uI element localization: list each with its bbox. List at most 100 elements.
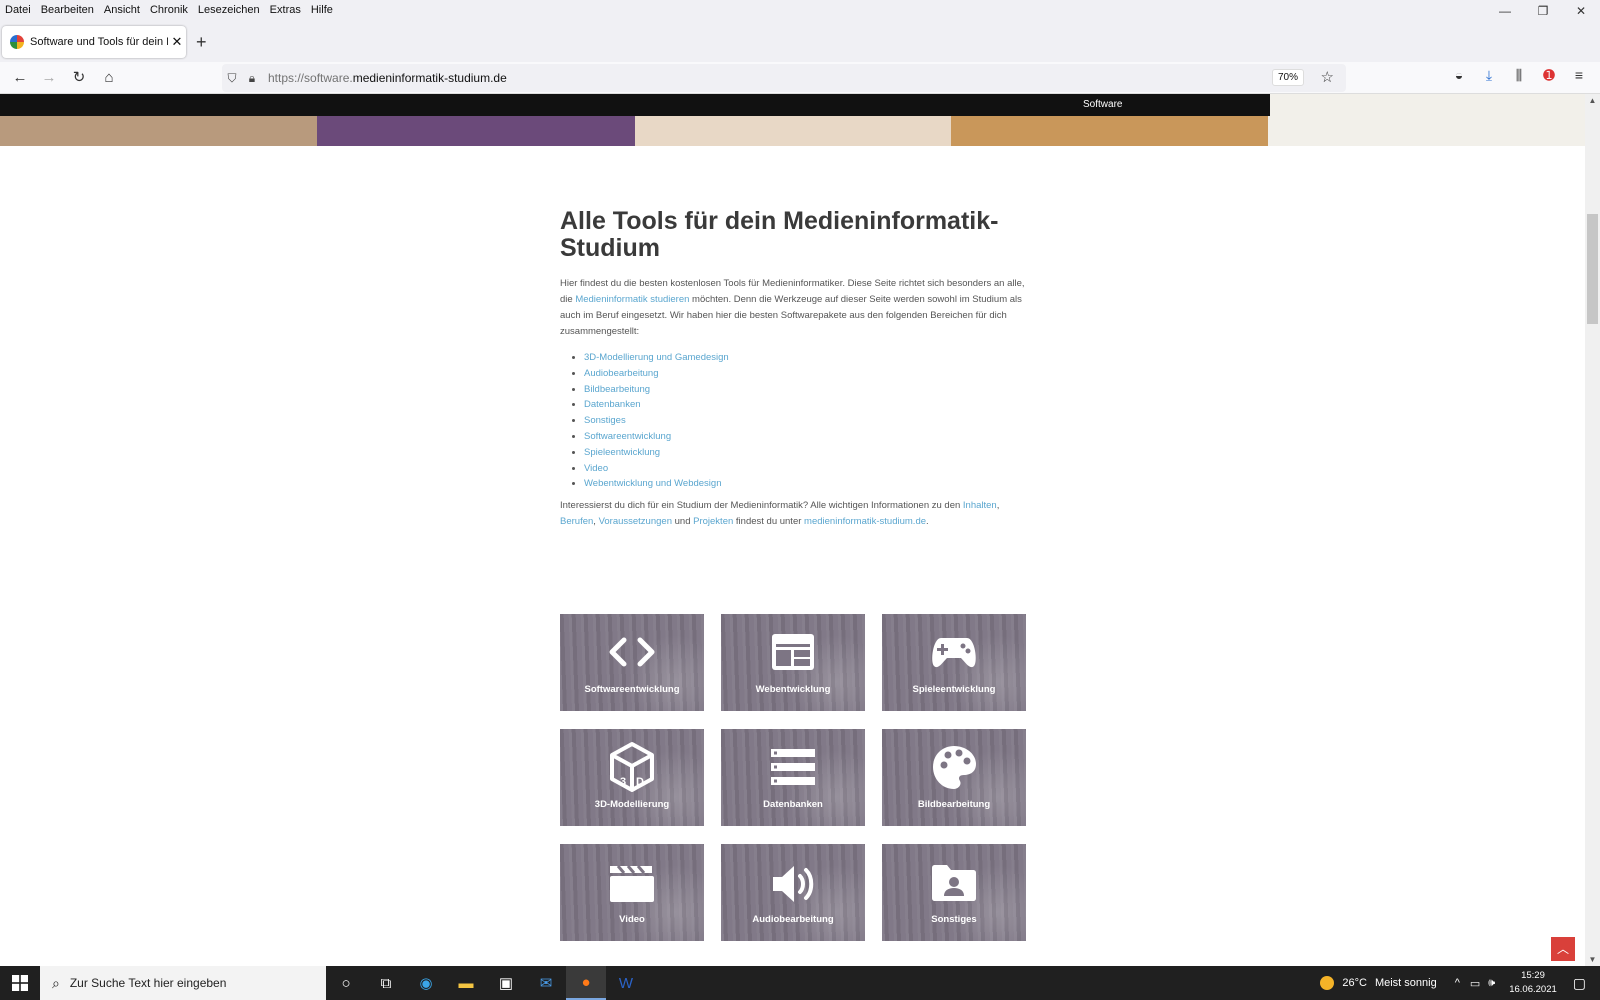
restore-icon[interactable]: ❐ — [1524, 0, 1562, 22]
category-link[interactable]: Sonstiges — [584, 415, 626, 426]
bookmark-star-icon[interactable]: ☆ — [1321, 68, 1334, 86]
network-icon[interactable]: ▭ — [1470, 977, 1480, 990]
mail-icon[interactable]: ✉ — [526, 966, 566, 1000]
tile-sonstiges[interactable]: Sonstiges — [882, 844, 1026, 941]
minimize-icon[interactable]: — — [1486, 0, 1524, 22]
menu-ansicht[interactable]: Ansicht — [99, 4, 145, 16]
firefox-icon[interactable]: ● — [566, 966, 606, 1000]
tile-spieleentwicklung[interactable]: Spieleentwicklung — [882, 614, 1026, 711]
home-icon[interactable]: ⌂ — [97, 67, 121, 89]
list-item: Audiobearbeitung — [584, 366, 1030, 382]
addon-icon[interactable]: ➊ — [1534, 67, 1564, 84]
outro-sep: , — [996, 500, 1000, 512]
volume-icon[interactable]: 🕪︎ — [1488, 977, 1495, 990]
outro-paragraph: Interessierst du dich für ein Studium de… — [560, 498, 1030, 530]
clock-time: 15:29 — [1521, 970, 1545, 981]
new-tab-button[interactable]: + — [196, 32, 207, 53]
clapperboard-icon — [610, 865, 654, 902]
file-explorer-icon[interactable]: ▬ — [446, 966, 486, 1000]
taskbar-search[interactable]: ⌕ Zur Suche Text hier eingeben — [40, 966, 326, 1000]
close-window-icon[interactable]: ✕ — [1562, 0, 1600, 22]
tile-label: Audiobearbeitung — [752, 914, 834, 925]
tile-3d-modellierung[interactable]: 3D 3D-Modellierung — [560, 729, 704, 826]
tile-webentwicklung[interactable]: Webentwicklung — [721, 614, 865, 711]
list-item: 3D-Modellierung und Gamedesign — [584, 350, 1030, 366]
url-scheme: https://software. — [268, 71, 353, 85]
menu-chronik[interactable]: Chronik — [145, 4, 193, 16]
shield-icon[interactable]: ⛉ — [222, 71, 242, 86]
chevron-up-icon[interactable]: ^ — [1455, 977, 1460, 989]
speaker-icon — [773, 866, 814, 902]
task-view-icon[interactable]: ⧉ — [366, 966, 406, 1000]
library-icon[interactable]: ⫼ — [1504, 67, 1534, 84]
tile-audiobearbeitung[interactable]: Audiobearbeitung — [721, 844, 865, 941]
category-link[interactable]: Video — [584, 463, 608, 474]
tile-label: Sonstiges — [931, 914, 977, 925]
scroll-up-arrow-icon[interactable]: ▲ — [1585, 96, 1600, 105]
outro-text: und — [671, 516, 694, 528]
scroll-down-arrow-icon[interactable]: ▼ — [1585, 955, 1600, 964]
tile-video[interactable]: Video — [560, 844, 704, 941]
menu-bearbeiten[interactable]: Bearbeiten — [36, 4, 99, 16]
weather-text: Meist sonnig — [1374, 977, 1437, 989]
link-voraussetzungen[interactable]: Voraussetzungen — [599, 516, 672, 527]
category-link[interactable]: Softwareentwicklung — [584, 431, 671, 442]
download-icon[interactable]: ⤓ — [1474, 67, 1504, 84]
store-icon[interactable]: ▣ — [486, 966, 526, 1000]
back-icon[interactable]: ← — [8, 67, 32, 89]
category-link[interactable]: Audiobearbeitung — [584, 368, 658, 379]
weather-widget[interactable]: 26°C Meist sonnig — [1320, 976, 1437, 990]
tab-active[interactable]: Software und Tools für dein Medieninform… — [2, 26, 186, 58]
zoom-badge[interactable]: 70% — [1271, 69, 1304, 86]
category-link[interactable]: Datenbanken — [584, 399, 641, 410]
link-medieninformatik-studium[interactable]: medieninformatik-studium.de — [804, 516, 926, 527]
link-projekten[interactable]: Projekten — [693, 516, 733, 527]
back-to-top-button[interactable]: ︿ — [1551, 937, 1575, 961]
tile-datenbanken[interactable]: Datenbanken — [721, 729, 865, 826]
tile-label: Softwareentwicklung — [584, 684, 680, 695]
url-bar[interactable]: ⛉ 🔒︎ https://software.medieninformatik-s… — [222, 64, 1346, 92]
tile-label: Video — [619, 914, 645, 925]
list-item: Webentwicklung und Webdesign — [584, 476, 1030, 492]
menu-datei[interactable]: Datei — [0, 4, 36, 16]
code-icon — [609, 637, 655, 667]
tile-label: Bildbearbeitung — [917, 799, 991, 810]
category-link[interactable]: Bildbearbeitung — [584, 384, 650, 395]
menu-extras[interactable]: Extras — [265, 4, 306, 16]
page-scrollbar[interactable]: ▲ ▼ — [1585, 94, 1600, 966]
weather-temp: 26°C — [1342, 977, 1367, 989]
word-icon[interactable]: W — [606, 966, 646, 1000]
menu-hilfe[interactable]: Hilfe — [306, 4, 338, 16]
menu-lesezeichen[interactable]: Lesezeichen — [193, 4, 265, 16]
intro-paragraph: Hier findest du die besten kostenlosen T… — [560, 276, 1030, 340]
link-inhalten[interactable]: Inhalten — [963, 500, 997, 511]
tile-bildbearbeitung[interactable]: Bildbearbeitung — [882, 729, 1026, 826]
pocket-icon[interactable]: ◒ — [1444, 67, 1474, 84]
category-link[interactable]: 3D-Modellierung und Gamedesign — [584, 352, 729, 363]
tab-close-icon[interactable]: ✕ — [168, 34, 186, 50]
list-item: Spieleentwicklung — [584, 445, 1030, 461]
svg-text:D: D — [636, 776, 644, 788]
gamepad-icon — [932, 638, 976, 668]
forward-icon[interactable]: → — [37, 67, 61, 89]
nav-software-link[interactable]: Software — [1083, 99, 1122, 110]
list-item: Video — [584, 461, 1030, 477]
link-berufen[interactable]: Berufen — [560, 516, 593, 527]
hamburger-menu-icon[interactable]: ≡ — [1564, 67, 1594, 84]
start-button[interactable] — [0, 966, 40, 1000]
notification-icon[interactable]: ▢ — [1573, 975, 1586, 992]
reload-icon[interactable]: ↻ — [67, 67, 91, 89]
scrollbar-thumb[interactable] — [1587, 214, 1598, 324]
list-item: Datenbanken — [584, 397, 1030, 413]
category-link[interactable]: Spieleentwicklung — [584, 447, 660, 458]
link-medieninformatik-studieren[interactable]: Medieninformatik studieren — [575, 294, 689, 305]
category-link[interactable]: Webentwicklung und Webdesign — [584, 478, 722, 489]
edge-icon[interactable]: ◉ — [406, 966, 446, 1000]
outro-text: Interessierst du dich für ein Studium de… — [560, 500, 963, 512]
outro-text: . — [926, 516, 929, 528]
lock-icon[interactable]: 🔒︎ — [242, 71, 262, 86]
clock[interactable]: 15:29 16.06.2021 — [1509, 969, 1557, 997]
tile-softwareentwicklung[interactable]: Softwareentwicklung — [560, 614, 704, 711]
system-tray: 26°C Meist sonnig ^ ▭ 🕪︎ 15:29 16.06.202… — [1320, 966, 1600, 1000]
cortana-icon[interactable]: ○ — [326, 966, 366, 1000]
